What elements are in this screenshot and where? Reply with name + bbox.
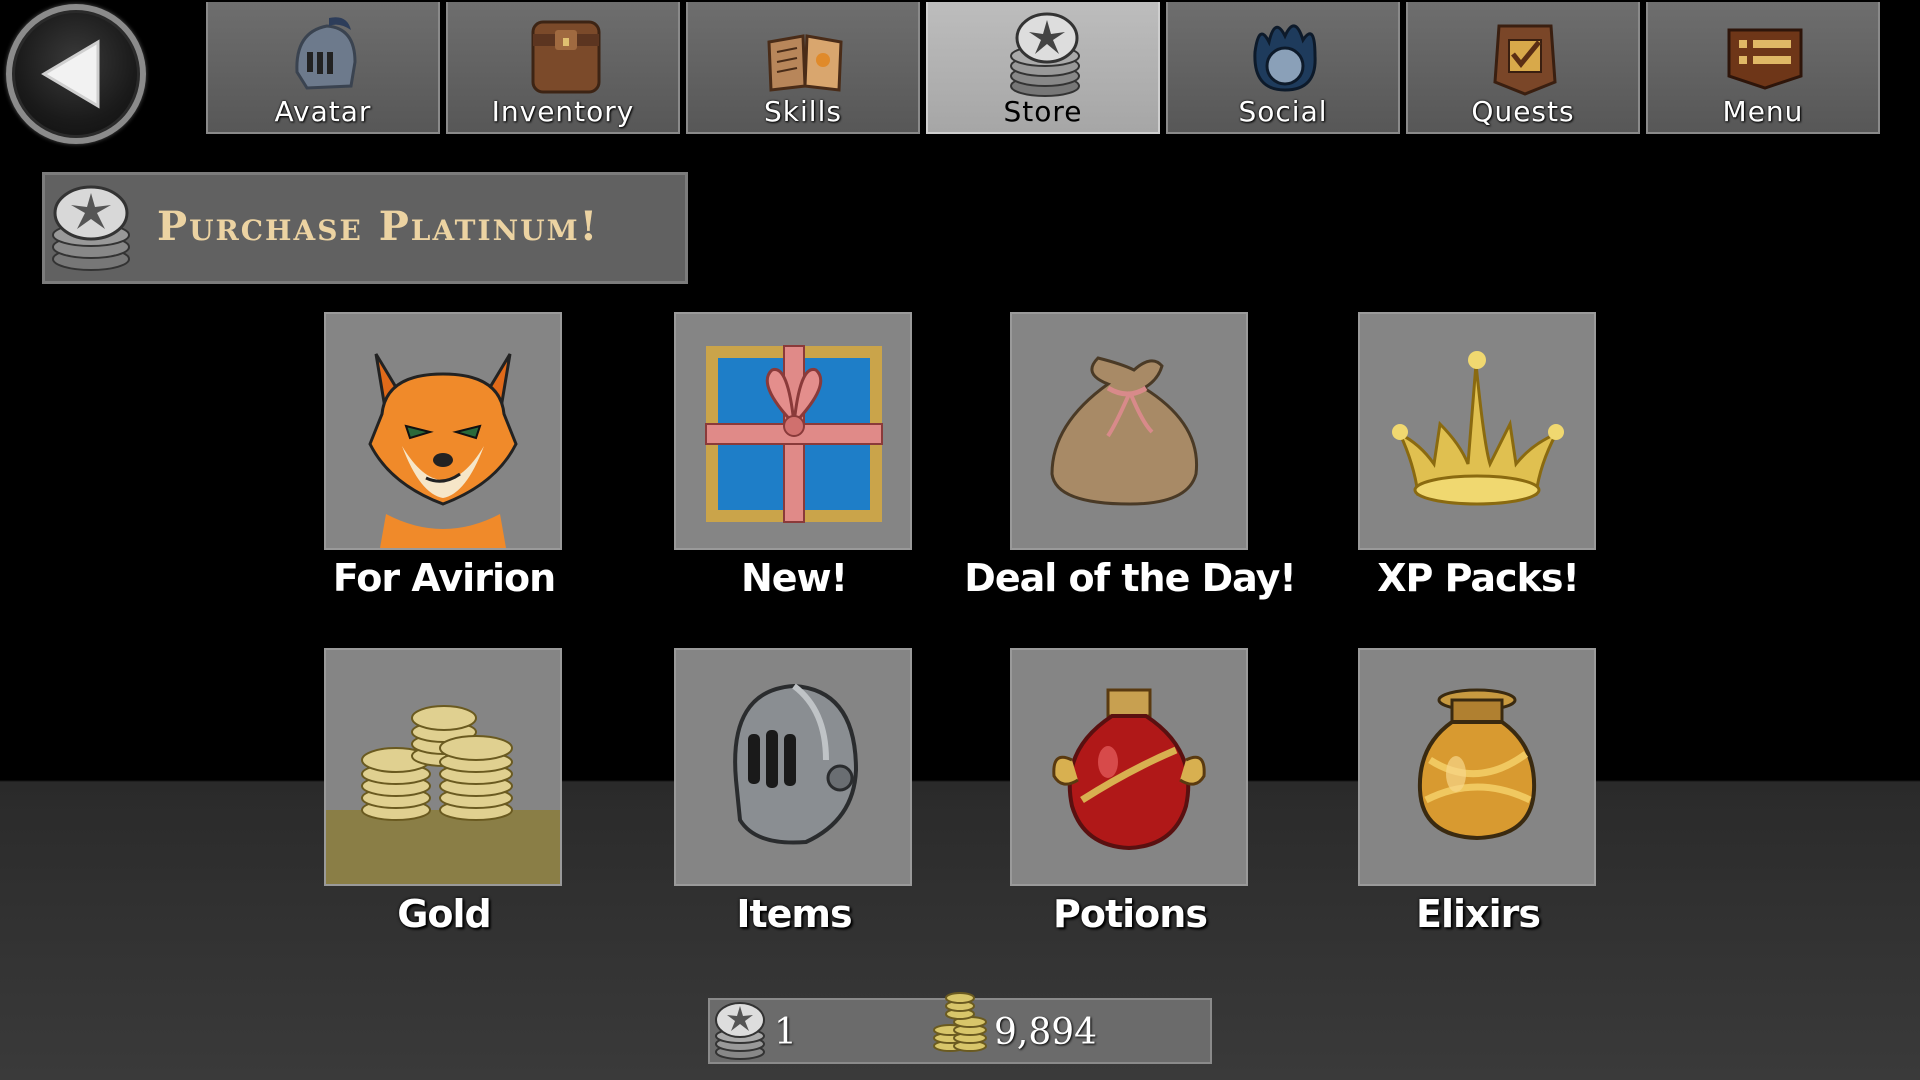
gold-coins-icon xyxy=(933,992,987,1052)
tab-avatar[interactable]: Avatar xyxy=(206,2,440,134)
item-tile xyxy=(324,312,562,550)
item-label: XP Packs! xyxy=(1377,556,1580,600)
fox-character-icon xyxy=(368,353,518,548)
tab-label: Skills xyxy=(764,95,842,128)
gift-box-icon xyxy=(705,345,883,523)
loot-sack-icon xyxy=(1050,356,1199,506)
item-label: Potions xyxy=(1053,892,1208,936)
menu-list-icon xyxy=(1727,28,1803,90)
item-tile xyxy=(324,648,562,886)
tab-quests[interactable]: Quests xyxy=(1406,2,1640,134)
tab-label: Avatar xyxy=(274,95,372,128)
platinum-coins-icon xyxy=(715,1002,765,1060)
item-tile xyxy=(674,648,912,886)
tab-store[interactable]: Store xyxy=(926,2,1160,134)
tab-menu[interactable]: Menu xyxy=(1646,2,1880,134)
gold-amount: 9,894 xyxy=(994,1012,1098,1053)
tab-label: Social xyxy=(1238,95,1328,128)
flame-orb-icon xyxy=(1253,24,1317,92)
item-tile xyxy=(1358,312,1596,550)
red-potion-icon xyxy=(1052,688,1206,851)
banner-text: Purchase Platinum! xyxy=(157,203,600,250)
knight-helmet-icon xyxy=(733,683,859,845)
backpack-icon xyxy=(531,20,601,94)
elixir-jar-icon xyxy=(1417,688,1537,841)
tab-inventory[interactable]: Inventory xyxy=(446,2,680,134)
tab-social[interactable]: Social xyxy=(1166,2,1400,134)
helmet-icon xyxy=(295,17,357,90)
item-label: Elixirs xyxy=(1416,892,1541,936)
tab-skills[interactable]: Skills xyxy=(686,2,920,134)
platinum-amount: 1 xyxy=(774,1012,797,1053)
item-tile xyxy=(1010,648,1248,886)
item-label: New! xyxy=(740,556,848,600)
tab-label: Menu xyxy=(1722,95,1804,128)
purchase-platinum-button[interactable]: Purchase Platinum! xyxy=(42,172,688,284)
back-button[interactable] xyxy=(6,4,146,144)
item-tile xyxy=(674,312,912,550)
item-tile xyxy=(1010,312,1248,550)
tab-label: Inventory xyxy=(491,95,635,128)
item-label: Items xyxy=(736,892,852,936)
tab-label: Store xyxy=(1003,95,1083,128)
book-icon xyxy=(767,34,843,92)
item-label: For Avirion xyxy=(332,556,556,600)
currency-bar: 1 9,894 xyxy=(708,992,1212,1064)
platinum-coins-icon xyxy=(52,185,130,271)
quest-scroll-icon xyxy=(1493,24,1557,96)
item-label: Gold xyxy=(397,892,492,936)
item-label: Deal of the Day! xyxy=(964,556,1296,600)
back-arrow-icon xyxy=(41,39,100,109)
crown-icon xyxy=(1392,351,1564,506)
item-tile xyxy=(1358,648,1596,886)
top-nav-tabs: Avatar Inventory Skills Store Social Que… xyxy=(206,2,1920,134)
gold-coins-icon xyxy=(326,705,560,884)
platinum-coins-icon xyxy=(1010,12,1080,97)
tab-label: Quests xyxy=(1471,95,1575,128)
